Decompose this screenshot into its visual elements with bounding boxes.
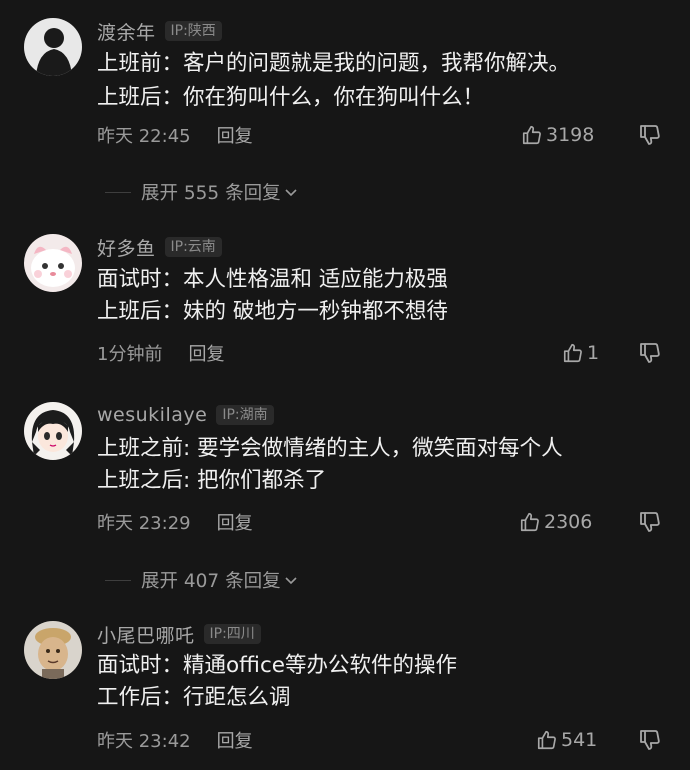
comment-footer: 昨天 23:42 回复: [97, 727, 253, 753]
like-count: 3198: [546, 124, 595, 146]
comment-footer: 昨天 22:45 回复: [97, 122, 253, 148]
comment-footer: 昨天 23:29 回复: [97, 509, 253, 535]
thumbs-down-icon: [640, 125, 660, 145]
comment-text-line: 上班之前: 要学会做情绪的主人，微笑面对每个人: [97, 436, 563, 461]
reply-button[interactable]: 回复: [217, 727, 253, 753]
username[interactable]: 渡余年: [97, 18, 156, 45]
ip-location-badge: IP:湖南: [216, 405, 274, 425]
comment-text-line: 面试时：本人性格温和 适应能力极强: [97, 267, 448, 292]
comment-meta: wesukilaye IP:湖南: [97, 402, 274, 428]
like-button[interactable]: 2306: [519, 509, 592, 535]
comment-meta: 渡余年 IP:陕西: [97, 18, 222, 44]
expand-replies-button[interactable]: 展开 407 条回复: [105, 567, 299, 593]
comment-footer: 1分钟前 回复: [97, 340, 224, 366]
expand-replies-button[interactable]: 展开 555 条回复: [105, 179, 299, 205]
comment-time: 1分钟前: [97, 344, 163, 365]
avatar[interactable]: [24, 234, 82, 292]
username[interactable]: 小尾巴哪吒: [97, 621, 195, 648]
like-button[interactable]: 3198: [521, 122, 594, 148]
comment-time: 昨天 23:42: [97, 731, 191, 752]
reply-button[interactable]: 回复: [217, 509, 253, 535]
chevron-down-icon: [285, 189, 297, 197]
expand-replies-label: 展开 407 条回复: [141, 571, 281, 592]
thumbs-down-icon: [640, 343, 660, 363]
like-count: 2306: [544, 511, 593, 533]
expand-replies-label: 展开 555 条回复: [141, 183, 281, 204]
thumbs-up-icon: [563, 343, 582, 363]
comment-text-line: 上班后：你在狗叫什么，你在狗叫什么！: [97, 85, 485, 110]
divider: [105, 579, 131, 581]
chevron-down-icon: [285, 577, 297, 585]
like-count: 1: [587, 342, 600, 364]
dislike-button[interactable]: [638, 728, 662, 752]
avatar[interactable]: [24, 402, 82, 460]
dislike-button[interactable]: [638, 510, 662, 534]
thumbs-down-icon: [640, 730, 660, 750]
username[interactable]: wesukilaye: [97, 404, 207, 426]
avatar[interactable]: [24, 621, 82, 679]
thumbs-up-icon: [537, 730, 556, 750]
comment-meta: 小尾巴哪吒 IP:四川: [97, 621, 261, 647]
comment-text-line: 面试时：精通office等办公软件的操作: [97, 653, 457, 678]
thumbs-up-icon: [522, 125, 541, 145]
like-button[interactable]: 1: [562, 340, 599, 366]
ip-location-badge: IP:陕西: [164, 21, 222, 41]
comment-meta: 好多鱼 IP:云南: [97, 234, 222, 260]
dislike-button[interactable]: [638, 341, 662, 365]
ip-location-badge: IP:云南: [164, 237, 222, 257]
comment-text-line: 工作后：行距怎么调: [97, 685, 291, 710]
comment-text-line: 上班之后: 把你们都杀了: [97, 468, 327, 493]
ip-location-badge: IP:四川: [203, 624, 261, 644]
dislike-button[interactable]: [638, 123, 662, 147]
divider: [105, 191, 131, 193]
reply-button[interactable]: 回复: [188, 340, 224, 366]
like-count: 541: [561, 729, 598, 751]
like-button[interactable]: 541: [536, 727, 597, 753]
comment-time: 昨天 22:45: [97, 126, 191, 147]
comment-text-line: 上班前：客户的问题就是我的问题，我帮你解决。: [97, 51, 571, 76]
avatar[interactable]: [24, 18, 82, 76]
comment-text-line: 上班后：妹的 破地方一秒钟都不想待: [97, 299, 448, 324]
comment-time: 昨天 23:29: [97, 513, 191, 534]
username[interactable]: 好多鱼: [97, 234, 156, 261]
thumbs-up-icon: [520, 512, 539, 532]
reply-button[interactable]: 回复: [217, 122, 253, 148]
thumbs-down-icon: [640, 512, 660, 532]
